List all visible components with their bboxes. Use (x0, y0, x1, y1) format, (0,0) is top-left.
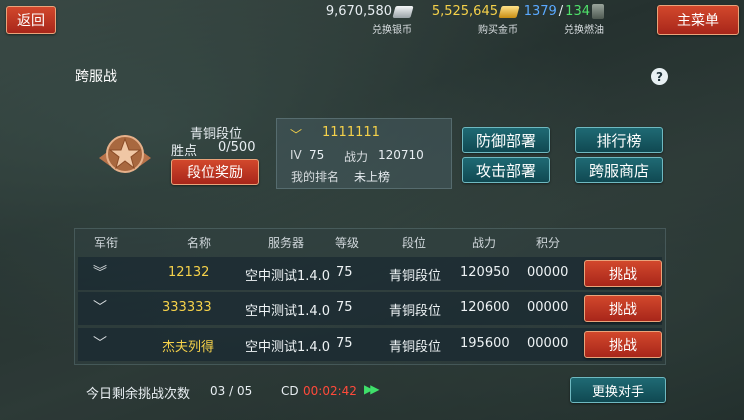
points-label: 胜点 (171, 144, 198, 159)
silver-value: 9,670,580 (325, 4, 392, 19)
level-label: IV (290, 148, 302, 162)
opponent-score: 00000 (527, 265, 569, 280)
opponent-score: 00000 (527, 300, 569, 315)
header-power: 战力 (472, 236, 497, 250)
opponent-power: 120600 (460, 300, 510, 315)
gold-value: 5,525,645 (431, 4, 498, 19)
back-button[interactable]: 返回 (6, 6, 56, 34)
attack-deploy-button[interactable]: 攻击部署 (462, 157, 550, 183)
opponent-tier: 青铜段位 (389, 269, 442, 284)
cooldown-timer: 00:02:42 (303, 384, 357, 398)
attempts-value: 03 / 05 (210, 384, 253, 398)
header-tier: 段位 (402, 236, 427, 250)
table-row: ﹀ 杰夫列得 空中测试1.4.0 75 青铜段位 195600 00000 挑战 (78, 328, 662, 361)
change-opponent-button[interactable]: 更换对手 (570, 377, 666, 403)
player-name: 1111111 (322, 125, 380, 140)
opponent-tier: 青铜段位 (389, 340, 442, 355)
gold-resource[interactable]: 5,525,645 购买金币 (410, 4, 520, 36)
cooldown-label: CD (281, 384, 299, 398)
opponent-name: 杰夫列得 (162, 340, 215, 355)
main-menu-button[interactable]: 主菜单 (657, 5, 739, 35)
gold-label: 购买金币 (478, 25, 518, 36)
bronze-star-emblem-icon (99, 135, 151, 173)
header-server: 服务器 (268, 236, 305, 250)
fuel-label: 兑换燃油 (564, 25, 604, 36)
challenge-button[interactable]: 挑战 (584, 295, 662, 322)
opponent-level: 75 (336, 265, 353, 280)
power-label: 战力 (344, 150, 369, 164)
fuel-current: 1379 (523, 4, 557, 19)
silver-label: 兑换银币 (372, 25, 412, 36)
chevron-rank-icon: ﹀ (290, 128, 303, 142)
challenge-button[interactable]: 挑战 (584, 260, 662, 287)
header-name: 名称 (187, 236, 212, 250)
fuel-barrel-icon (592, 4, 604, 19)
power-value: 120710 (378, 148, 424, 162)
opponent-tier: 青铜段位 (389, 304, 442, 319)
fast-forward-icon[interactable]: ▶▶ (364, 382, 380, 396)
opponent-server: 空中测试1.4.0 (245, 269, 331, 284)
opponent-power: 195600 (460, 336, 510, 351)
level-value: 75 (309, 148, 325, 162)
chevron-down-icon: ﹀ (93, 300, 107, 316)
header-score: 积分 (536, 236, 561, 250)
page-title: 跨服战 (75, 69, 117, 85)
opponent-name: 333333 (162, 300, 212, 315)
opponent-level: 75 (336, 300, 353, 315)
challenge-button[interactable]: 挑战 (584, 331, 662, 358)
opponent-level: 75 (336, 336, 353, 351)
opponent-server: 空中测试1.4.0 (245, 304, 331, 319)
opponent-power: 120950 (460, 265, 510, 280)
leaderboard-button[interactable]: 排行榜 (575, 127, 663, 153)
header-level: 等级 (335, 236, 360, 250)
cross-server-shop-button[interactable]: 跨服商店 (575, 157, 663, 183)
help-icon[interactable]: ? (651, 68, 668, 85)
attempts-label: 今日剩余挑战次数 (86, 387, 191, 402)
rank-reward-button[interactable]: 段位奖励 (171, 159, 259, 185)
my-rank-value: 未上榜 (354, 170, 391, 184)
fuel-max: 134 (565, 4, 590, 19)
opponent-server: 空中测试1.4.0 (245, 340, 331, 355)
silver-resource[interactable]: 9,670,580 兑换银币 (290, 4, 414, 36)
fuel-resource[interactable]: 1379/134 兑换燃油 (514, 4, 604, 36)
opponent-score: 00000 (527, 336, 569, 351)
table-row: ﹀ 333333 空中测试1.4.0 75 青铜段位 120600 00000 … (78, 292, 662, 325)
points-value: 0/500 (218, 140, 256, 155)
chevron-down-icon: ﹀ (93, 336, 107, 352)
my-rank-label: 我的排名 (291, 170, 340, 184)
table-row: ︾ 12132 空中测试1.4.0 75 青铜段位 120950 00000 挑… (78, 257, 662, 290)
header-rank: 军衔 (94, 236, 119, 250)
double-chevron-icon: ︾ (93, 265, 107, 281)
defense-deploy-button[interactable]: 防御部署 (462, 127, 550, 153)
opponent-name: 12132 (168, 265, 210, 280)
